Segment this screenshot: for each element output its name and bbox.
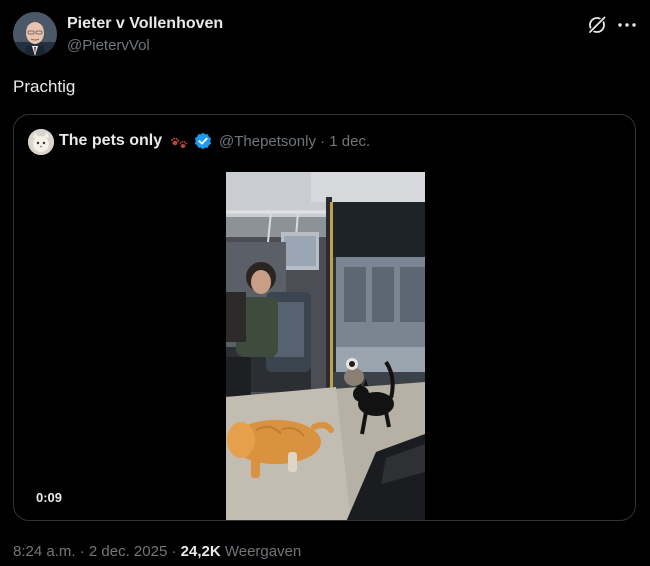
verified-badge-icon: [194, 132, 212, 150]
quoted-author-name[interactable]: The pets only: [59, 132, 162, 150]
video-duration: 0:09: [36, 490, 63, 505]
views-label: Weergaven: [224, 543, 302, 560]
video-player[interactable]: [226, 172, 425, 520]
quoted-tweet-date[interactable]: 1 dec.: [329, 133, 370, 150]
tweet-text: Prachtig: [13, 77, 76, 96]
tweet-detail: Pieter v Vollenhoven @PietervVol Prachti…: [0, 0, 650, 566]
footer-separator: ·: [75, 543, 89, 560]
more-horizontal-icon[interactable]: [617, 16, 637, 34]
author-name[interactable]: Pieter v Vollenhoven: [67, 15, 223, 33]
grok-icon[interactable]: [586, 14, 608, 36]
tweet-date[interactable]: 2 dec. 2025: [89, 543, 167, 560]
tweet-footer: 8:24 a.m. · 2 dec. 2025 · 24,2K Weergave…: [13, 543, 301, 560]
quoted-author-avatar[interactable]: [28, 129, 54, 155]
quoted-tweet-meta: @Thepetsonly · 1 dec.: [219, 133, 370, 150]
tweet-time[interactable]: 8:24 a.m.: [13, 543, 76, 560]
author-handle[interactable]: @PietervVol: [67, 37, 150, 54]
author-avatar[interactable]: [13, 12, 57, 56]
views-count: 24,2K: [180, 543, 221, 560]
quoted-tweet-card[interactable]: The pets only @Thepetsonly · 1 dec. 0:09: [13, 114, 636, 521]
footer-separator-2: ·: [167, 543, 181, 560]
quoted-author-handle[interactable]: @Thepetsonly: [219, 133, 316, 150]
meta-separator: ·: [315, 133, 330, 150]
paw-prints-emoji: [169, 132, 189, 150]
